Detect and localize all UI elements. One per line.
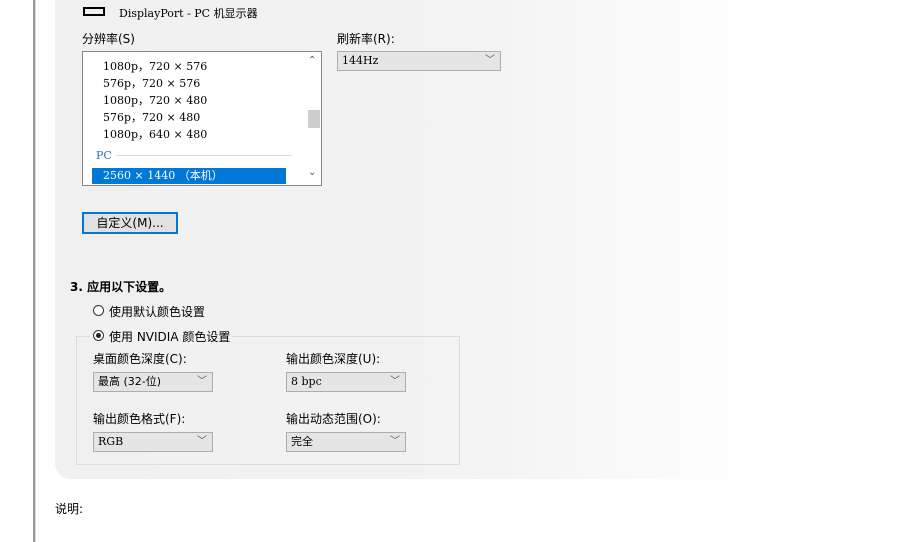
displayport-icon xyxy=(83,7,105,16)
chevron-down-icon: ﹀ xyxy=(390,436,400,447)
list-item-selected[interactable]: 2560 × 1440 （本机） xyxy=(92,168,286,184)
chevron-down-icon: ﹀ xyxy=(485,55,495,66)
desktop-depth-label: 桌面颜色深度(C): xyxy=(93,352,187,366)
scrollbar-thumb[interactable] xyxy=(308,110,320,128)
chevron-down-icon: ﹀ xyxy=(197,376,207,387)
output-format-value: RGB xyxy=(98,435,124,448)
output-depth-label: 输出颜色深度(U): xyxy=(286,352,381,366)
scroll-down-icon[interactable]: ⌄ xyxy=(308,167,316,178)
resolution-label: 分辨率(S) xyxy=(82,32,135,46)
list-item[interactable]: 576p，720 × 576 xyxy=(103,75,200,91)
scroll-up-icon[interactable]: ⌃ xyxy=(308,55,316,66)
output-range-label: 输出动态范围(O): xyxy=(286,412,381,426)
radio-nvidia-color[interactable] xyxy=(93,330,104,341)
output-depth-select[interactable]: 8 bpc ﹀ xyxy=(286,372,406,392)
description-label: 说明: xyxy=(55,502,84,516)
radio-nvidia-label[interactable]: 使用 NVIDIA 颜色设置 xyxy=(109,328,230,345)
refresh-rate-select[interactable]: 144Hz ﹀ xyxy=(337,51,501,71)
output-format-select[interactable]: RGB ﹀ xyxy=(93,432,213,452)
group-header-pc: PC xyxy=(96,149,112,162)
list-item[interactable]: 1080p，720 × 480 xyxy=(103,92,207,108)
list-item[interactable]: 576p，720 × 480 xyxy=(103,109,200,125)
chevron-down-icon: ﹀ xyxy=(197,436,207,447)
window-border xyxy=(33,0,36,542)
scrollbar[interactable]: ⌃ ⌄ xyxy=(304,52,321,185)
display-name: DisplayPort - PC 机显示器 xyxy=(119,7,258,20)
refresh-value: 144Hz xyxy=(342,54,379,67)
step3-title: 3. 应用以下设置。 xyxy=(70,280,172,294)
output-range-select[interactable]: 完全 ﹀ xyxy=(286,432,406,452)
output-depth-value: 8 bpc xyxy=(291,375,322,388)
custom-button[interactable]: 自定义(M)... xyxy=(82,212,178,234)
chevron-down-icon: ﹀ xyxy=(390,376,400,387)
output-format-label: 输出颜色格式(F): xyxy=(93,412,186,426)
radio-default-label[interactable]: 使用默认颜色设置 xyxy=(109,303,205,320)
refresh-label: 刷新率(R): xyxy=(337,32,395,46)
resolution-listbox[interactable]: 1080p，720 × 576 576p，720 × 576 1080p，720… xyxy=(82,51,322,186)
group-divider xyxy=(116,155,292,156)
list-item[interactable]: 1080p，640 × 480 xyxy=(103,126,207,142)
desktop-depth-select[interactable]: 最高 (32-位) ﹀ xyxy=(93,372,213,392)
list-item[interactable]: 1080p，720 × 576 xyxy=(103,58,207,74)
desktop-depth-value: 最高 (32-位) xyxy=(98,375,162,388)
radio-default-color[interactable] xyxy=(93,305,104,316)
output-range-value: 完全 xyxy=(291,435,313,448)
